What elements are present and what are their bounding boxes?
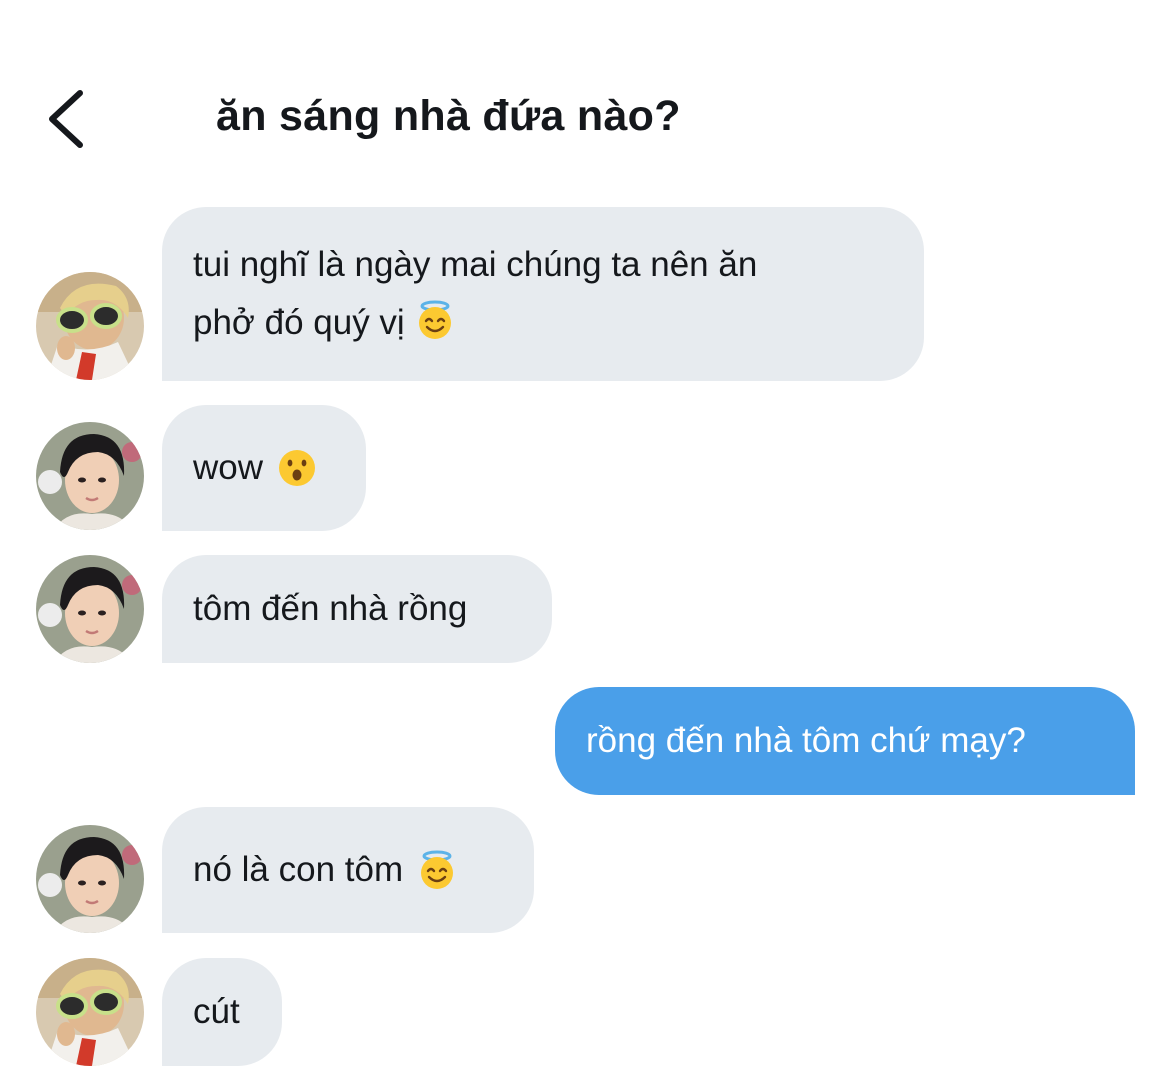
smiling-face-with-halo-emoji xyxy=(417,850,457,890)
avatar-blond[interactable] xyxy=(36,272,144,380)
message-bubble-incoming[interactable]: nó là con tôm xyxy=(162,807,534,933)
message-text: cút xyxy=(193,992,240,1031)
chevron-left-icon xyxy=(49,90,83,148)
message-text: wow xyxy=(193,448,264,487)
message-bubble-incoming[interactable]: tui nghĩ là ngày mai chúng ta nên ăn phở… xyxy=(162,207,924,381)
message-text: nó là con tôm xyxy=(193,850,404,889)
message-bubble-outgoing[interactable]: rồng đến nhà tôm chứ mạy? xyxy=(555,687,1135,795)
smiling-face-with-halo-emoji xyxy=(415,300,455,340)
avatar-dark-hair[interactable] xyxy=(36,825,144,933)
avatar-dark-hair[interactable] xyxy=(36,555,144,663)
message-bubble-incoming[interactable]: wow xyxy=(162,405,366,531)
back-button[interactable] xyxy=(40,86,96,152)
avatar-dark-hair[interactable] xyxy=(36,422,144,530)
message-text: tôm đến nhà rồng xyxy=(193,589,468,628)
message-text-line: tui nghĩ là ngày mai chúng ta nên ăn xyxy=(193,245,758,284)
message-bubble-incoming[interactable]: tôm đến nhà rồng xyxy=(162,555,552,663)
message-text-line: phở đó quý vị xyxy=(193,303,405,342)
message-text: rồng đến nhà tôm chứ mạy? xyxy=(586,721,1026,760)
conversation-title: ăn sáng nhà đứa nào? xyxy=(216,92,681,140)
hushed-face-emoji xyxy=(277,448,317,488)
avatar-blond[interactable] xyxy=(36,958,144,1066)
message-bubble-incoming[interactable]: cút xyxy=(162,958,282,1066)
